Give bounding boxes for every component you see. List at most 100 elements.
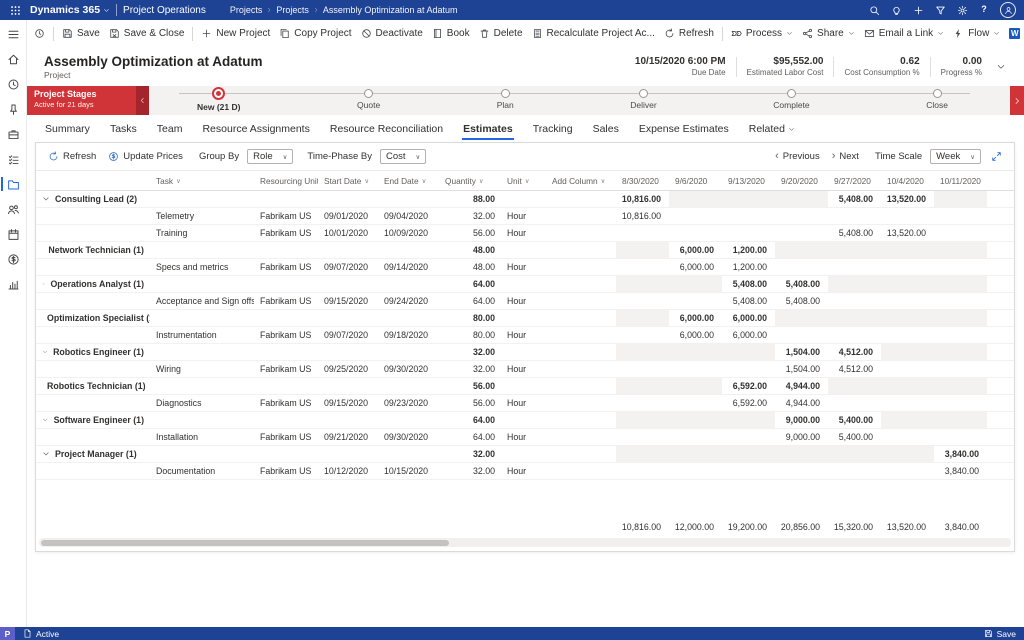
cmd-share[interactable]: Share [798, 23, 859, 45]
period-cell[interactable]: 4,512.00 [828, 344, 881, 360]
nav-home[interactable] [3, 50, 23, 68]
cmd-book[interactable]: Book [428, 23, 474, 45]
period-cell[interactable]: 5,400.00 [828, 429, 881, 445]
app-module[interactable]: Project Operations [123, 5, 206, 16]
collapse-group-icon[interactable] [42, 280, 45, 288]
period-cell[interactable] [934, 242, 987, 258]
period-cell[interactable] [881, 361, 934, 377]
end-date-cell[interactable]: 09/18/2020 [378, 327, 439, 343]
cmd-new-project[interactable]: New Project [197, 23, 274, 45]
period-cell[interactable]: 4,512.00 [828, 361, 881, 377]
period-cell[interactable] [722, 344, 775, 360]
task-cell[interactable]: Wiring [150, 361, 254, 377]
period-cell[interactable]: 3,840.00 [934, 463, 987, 479]
period-cell[interactable] [775, 463, 828, 479]
period-cell[interactable]: 5,408.00 [828, 191, 881, 207]
period-cell[interactable] [934, 395, 987, 411]
gear-button[interactable] [952, 1, 972, 19]
period-cell[interactable] [881, 310, 934, 326]
period-cell[interactable]: 6,000.00 [722, 327, 775, 343]
plus-button[interactable] [908, 1, 928, 19]
period-cell[interactable] [616, 429, 669, 445]
resourcing-unit-cell[interactable]: Fabrikam US [254, 293, 318, 309]
period-cell[interactable]: 6,592.00 [722, 378, 775, 394]
task-cell[interactable]: Acceptance and Sign offs [150, 293, 254, 309]
quantity-cell[interactable]: 56.00 [439, 225, 501, 241]
period-cell[interactable] [934, 378, 987, 394]
period-cell[interactable] [722, 208, 775, 224]
period-cell[interactable] [881, 276, 934, 292]
footer-save-button[interactable]: Save [984, 629, 1016, 639]
recent-button[interactable] [30, 23, 49, 45]
period-cell[interactable] [616, 225, 669, 241]
quantity-cell[interactable]: 64.00 [439, 429, 501, 445]
breadcrumb-item[interactable]: Projects [276, 5, 309, 15]
column-header-add-column[interactable]: Add Column∨ [546, 171, 616, 190]
column-header-task[interactable]: Task∨ [150, 171, 254, 190]
period-cell[interactable] [669, 463, 722, 479]
period-cell[interactable] [828, 463, 881, 479]
period-cell[interactable]: 6,000.00 [669, 259, 722, 275]
period-cell[interactable]: 5,408.00 [722, 293, 775, 309]
quantity-cell[interactable]: 32.00 [439, 208, 501, 224]
period-cell[interactable]: 6,000.00 [669, 242, 722, 258]
tab-resource-reconciliation[interactable]: Resource Reconciliation [329, 119, 444, 141]
task-cell[interactable]: Installation [150, 429, 254, 445]
period-cell[interactable]: 1,200.00 [722, 242, 775, 258]
period-cell[interactable] [722, 361, 775, 377]
column-header-quantity[interactable]: Quantity∨ [439, 171, 501, 190]
column-header-unit[interactable]: Unit∨ [501, 171, 546, 190]
quantity-cell[interactable]: 32.00 [439, 361, 501, 377]
tab-related[interactable]: Related [748, 119, 796, 141]
start-date-cell[interactable]: 09/15/2020 [318, 293, 378, 309]
period-cell[interactable] [934, 191, 987, 207]
unit-cell[interactable]: Hour [501, 259, 546, 275]
column-header-resourcing-unit[interactable]: Resourcing Unit∨ [254, 171, 318, 190]
next-button[interactable]: ›Next [830, 149, 861, 164]
unit-cell[interactable]: Hour [501, 208, 546, 224]
period-cell[interactable] [934, 361, 987, 377]
scrollbar-thumb[interactable] [41, 540, 449, 546]
cmd-email-a-link[interactable]: Email a Link [860, 23, 948, 45]
column-header-period[interactable]: 9/6/2020 [669, 171, 722, 190]
cmd-word-templates[interactable]: WWord Templates [1005, 23, 1024, 45]
collapse-group-icon[interactable] [42, 195, 50, 203]
waffle-icon[interactable] [6, 2, 24, 18]
time-scale-select[interactable]: Week∨ [930, 149, 981, 164]
period-cell[interactable]: 4,944.00 [775, 395, 828, 411]
period-cell[interactable] [775, 327, 828, 343]
end-date-cell[interactable]: 09/30/2020 [378, 429, 439, 445]
cmd-copy-project[interactable]: Copy Project [275, 23, 355, 45]
period-cell[interactable]: 10,816.00 [616, 191, 669, 207]
cmd-delete[interactable]: Delete [475, 23, 527, 45]
period-cell[interactable] [616, 378, 669, 394]
period-cell[interactable] [881, 446, 934, 462]
period-cell[interactable] [828, 293, 881, 309]
collapse-group-icon[interactable] [42, 348, 48, 356]
filter-button[interactable] [930, 1, 950, 19]
period-cell[interactable]: 3,840.00 [934, 446, 987, 462]
app-name[interactable]: Dynamics 365 [30, 4, 110, 16]
period-cell[interactable] [669, 446, 722, 462]
nav-projects[interactable] [3, 175, 23, 193]
quantity-cell[interactable]: 56.00 [439, 395, 501, 411]
period-cell[interactable] [669, 208, 722, 224]
group-name-cell[interactable]: Optimization Specialist (1) [36, 310, 150, 326]
period-cell[interactable]: 5,408.00 [775, 276, 828, 292]
quantity-cell[interactable]: 80.00 [439, 327, 501, 343]
unit-cell[interactable]: Hour [501, 429, 546, 445]
start-date-cell[interactable]: 10/01/2020 [318, 225, 378, 241]
cmd-deactivate[interactable]: Deactivate [357, 23, 427, 45]
period-cell[interactable] [616, 395, 669, 411]
period-cell[interactable] [934, 276, 987, 292]
start-date-cell[interactable]: 09/07/2020 [318, 327, 378, 343]
period-cell[interactable] [616, 446, 669, 462]
unit-cell[interactable]: Hour [501, 293, 546, 309]
task-cell[interactable]: Diagnostics [150, 395, 254, 411]
tab-team[interactable]: Team [156, 119, 184, 141]
update-prices-button[interactable]: Update Prices [106, 149, 185, 164]
collapse-group-icon[interactable] [42, 246, 43, 254]
cmd-process[interactable]: Process [727, 23, 797, 45]
nav-pinned[interactable] [3, 100, 23, 118]
tab-tasks[interactable]: Tasks [109, 119, 138, 141]
